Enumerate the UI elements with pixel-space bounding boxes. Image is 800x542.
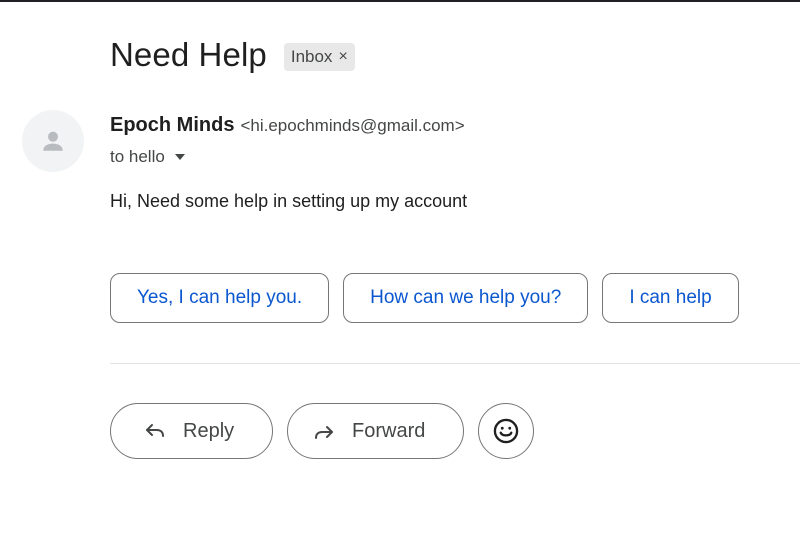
forward-arrow-icon [312,419,336,443]
sender-name[interactable]: Epoch Minds [110,114,234,137]
action-bar: Reply Forward [110,403,534,459]
label-chip-text: Inbox [290,46,333,66]
remove-label-icon[interactable]: × [338,48,347,65]
person-icon [43,131,63,151]
reply-arrow-icon [143,419,167,443]
reply-label: Reply [183,419,235,442]
sender-row: Epoch Minds <hi.epochminds@gmail.com> [110,114,465,137]
divider [110,363,800,364]
smiley-icon [493,418,519,444]
sender-email: <hi.epochminds@gmail.com> [240,116,465,135]
email-view: Need Help Inbox × Epoch Minds <hi.epochm… [0,0,800,542]
smart-reply-button[interactable]: How can we help you? [343,273,589,323]
smart-reply-button[interactable]: Yes, I can help you. [110,273,330,323]
smart-reply-button[interactable]: I can help [602,273,739,323]
email-body: Hi, Need some help in setting up my acco… [110,191,468,211]
forward-label: Forward [352,419,426,442]
smart-reply-list: Yes, I can help you. How can we help you… [110,273,739,323]
forward-button[interactable]: Forward [287,403,464,459]
reply-button[interactable]: Reply [110,403,273,459]
recipient-row: to hello [110,147,185,167]
inbox-label-chip[interactable]: Inbox × [283,42,355,71]
chevron-down-icon[interactable] [174,154,185,160]
recipient-text: to hello [110,147,165,166]
email-subject: Need Help [110,36,267,73]
sender-avatar[interactable] [22,110,84,172]
emoji-reaction-button[interactable] [478,403,534,459]
subject-row: Need Help Inbox × [110,36,355,74]
